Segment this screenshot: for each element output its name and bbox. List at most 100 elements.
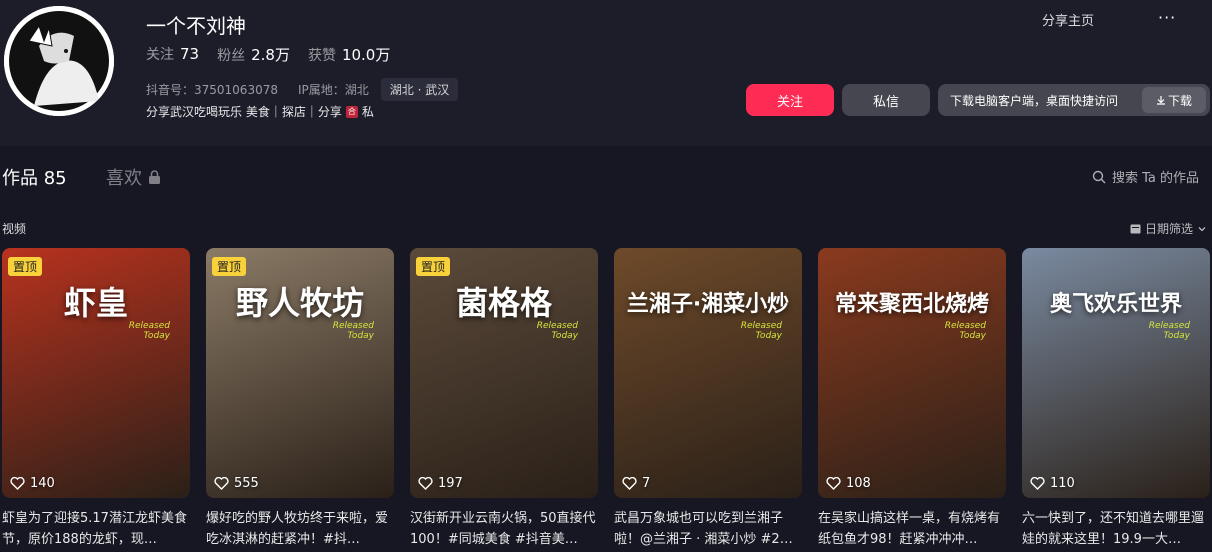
location-tag: 湖北 · 武汉 (380, 78, 459, 101)
stat-following-value: 73 (180, 45, 200, 63)
like-count: 7 (642, 476, 651, 491)
pinned-badge: 置顶 (416, 257, 451, 276)
like-count: 197 (438, 476, 463, 491)
download-promo: 下载电脑客户端，桌面快捷访问 下载 (938, 84, 1210, 116)
heart-icon (418, 477, 433, 490)
thumbnail-title: 兰湘子·湘菜小炒 (626, 292, 790, 317)
video-thumbnail[interactable]: 常来聚西北烧烤 Released Today 108 (818, 248, 1006, 498)
released-today-label: Released Today (333, 321, 374, 341)
video-card[interactable]: 置顶 野人牧坊 Released Today 555 爆好吃的野人牧坊终于来啦，爱… (206, 248, 394, 550)
video-card[interactable]: 置顶 菌格格 Released Today 197 汉街新开业云南火锅，50直接代… (410, 248, 598, 550)
profile-meta: 抖音号：37501063078 IP属地：湖北 湖北 · 武汉 (146, 78, 459, 101)
video-card[interactable]: 置顶 虾皇 Released Today 140 虾皇为了迎接5.17潜江龙虾美食… (2, 248, 190, 550)
thumbnail-title: 菌格格 (455, 284, 552, 322)
released-label: Released (740, 321, 782, 331)
released-today-label: Released Today (945, 321, 986, 341)
like-count: 110 (1050, 476, 1075, 491)
released-today-label: Released Today (537, 321, 578, 341)
calendar-icon (1130, 224, 1141, 234)
profile-header: 一个不刘神 关注 73 粉丝 2.8万 获赞 10.0万 抖音号：3750106307… (0, 0, 1212, 146)
tab-works-label: 作品 (2, 168, 38, 189)
video-thumbnail[interactable]: 置顶 虾皇 Released Today 140 (2, 248, 190, 498)
stat-followers-label: 粉丝 (217, 48, 246, 64)
released-label: Released (536, 321, 578, 331)
video-card[interactable]: 奥飞欢乐世界 Released Today 110 六一快到了，还不知道去哪里遛娃… (1022, 248, 1210, 550)
released-today-label: Released Today (741, 321, 782, 341)
video-likes: 7 (622, 476, 650, 491)
bio-tail: 私 (361, 105, 374, 119)
like-count: 555 (234, 476, 259, 491)
released-label: Released (128, 321, 170, 331)
avatar[interactable] (4, 6, 114, 116)
video-caption[interactable]: 虾皇为了迎接5.17潜江龙虾美食节，原价188的龙虾，现… (2, 508, 190, 550)
video-thumbnail[interactable]: 兰湘子·湘菜小炒 Released Today 7 (614, 248, 802, 498)
stat-followers[interactable]: 粉丝 2.8万 (217, 44, 290, 65)
tab-works-count: 85 (43, 168, 67, 189)
stat-likes-label: 获赞 (307, 48, 336, 64)
tab-likes-label: 喜欢 (106, 168, 142, 189)
video-caption[interactable]: 汉街新开业云南火锅，50直接代100！#同城美食 #抖音美… (410, 508, 598, 550)
released-label: Released (944, 321, 986, 331)
today-label: Today (1163, 331, 1190, 341)
today-label: Today (959, 331, 986, 341)
search-icon (1092, 170, 1106, 183)
video-card[interactable]: 兰湘子·湘菜小炒 Released Today 7 武昌万象城也可以吃到兰湘子啦！… (614, 248, 802, 550)
nickname: 一个不刘神 (146, 14, 246, 38)
bio: 分享武汉吃喝玩乐 美食｜探店｜分享 合 私 (146, 103, 374, 120)
thumbnail-title: 虾皇 (63, 284, 128, 322)
video-likes: 140 (10, 476, 55, 491)
video-thumbnail[interactable]: 奥飞欢乐世界 Released Today 110 (1022, 248, 1210, 498)
stat-likes-value: 10.0万 (341, 46, 391, 64)
pinned-badge: 置顶 (8, 257, 43, 276)
heart-icon (1030, 477, 1045, 490)
released-today-label: Released Today (1149, 321, 1190, 341)
section-label: 视频 (2, 222, 27, 236)
like-count: 108 (846, 476, 871, 491)
date-filter-label: 日期筛选 (1145, 222, 1194, 236)
heart-icon (10, 477, 25, 490)
heart-icon (622, 477, 637, 490)
released-label: Released (332, 321, 374, 331)
tab-works[interactable]: 作品 85 (2, 164, 67, 190)
thumbnail-title: 野人牧坊 (235, 284, 364, 322)
stat-likes: 获赞 10.0万 (308, 44, 390, 65)
stat-following[interactable]: 关注 73 (146, 44, 199, 65)
avatar-image (4, 6, 114, 116)
more-options-icon[interactable]: ··· (1158, 8, 1176, 27)
chevron-down-icon (1198, 226, 1206, 231)
video-thumbnail[interactable]: 置顶 野人牧坊 Released Today 555 (206, 248, 394, 498)
today-label: Today (755, 331, 782, 341)
share-home-button[interactable]: 分享主页 (1042, 10, 1094, 29)
tab-likes[interactable]: 喜欢 (106, 164, 161, 190)
released-today-label: Released Today (129, 321, 170, 341)
video-likes: 110 (1030, 476, 1075, 491)
today-label: Today (551, 331, 578, 341)
bio-text: 分享武汉吃喝玩乐 美食｜探店｜分享 (146, 105, 342, 119)
date-filter[interactable]: 日期筛选 (1130, 220, 1207, 237)
douyin-id: 抖音号：37501063078 (146, 83, 278, 97)
video-likes: 555 (214, 476, 259, 491)
lock-icon (149, 169, 160, 184)
like-count: 140 (30, 476, 55, 491)
profile-stats: 关注 73 粉丝 2.8万 获赞 10.0万 (146, 44, 390, 65)
download-icon (1156, 96, 1165, 105)
download-button-label: 下载 (1167, 93, 1192, 108)
heart-icon (826, 477, 841, 490)
follow-button[interactable]: 关注 (746, 84, 834, 116)
download-button[interactable]: 下载 (1142, 87, 1206, 113)
message-button[interactable]: 私信 (842, 84, 930, 116)
search-label: 搜索 Ta 的作品 (1112, 171, 1200, 186)
ip-location: IP属地：湖北 (297, 83, 369, 97)
video-caption[interactable]: 武昌万象城也可以吃到兰湘子啦！@兰湘子 · 湘菜小炒 #2… (614, 508, 802, 550)
video-thumbnail[interactable]: 置顶 菌格格 Released Today 197 (410, 248, 598, 498)
stat-followers-value: 2.8万 (251, 46, 290, 64)
thumbnail-title: 奥飞欢乐世界 (1049, 292, 1182, 317)
video-card[interactable]: 常来聚西北烧烤 Released Today 108 在吴家山搞这样一桌，有烧烤有… (818, 248, 1006, 550)
video-caption[interactable]: 六一快到了，还不知道去哪里遛娃的就来这里！19.9一大… (1022, 508, 1210, 550)
bio-badge-icon: 合 (345, 105, 358, 118)
released-label: Released (1148, 321, 1190, 331)
search-works[interactable]: 搜索 Ta 的作品 (1092, 167, 1199, 186)
video-caption[interactable]: 爆好吃的野人牧坊终于来啦，爱吃冰淇淋的赶紧冲！#抖… (206, 508, 394, 550)
video-caption[interactable]: 在吴家山搞这样一桌，有烧烤有纸包鱼才98！赶紧冲冲冲… (818, 508, 1006, 550)
today-label: Today (143, 331, 170, 341)
